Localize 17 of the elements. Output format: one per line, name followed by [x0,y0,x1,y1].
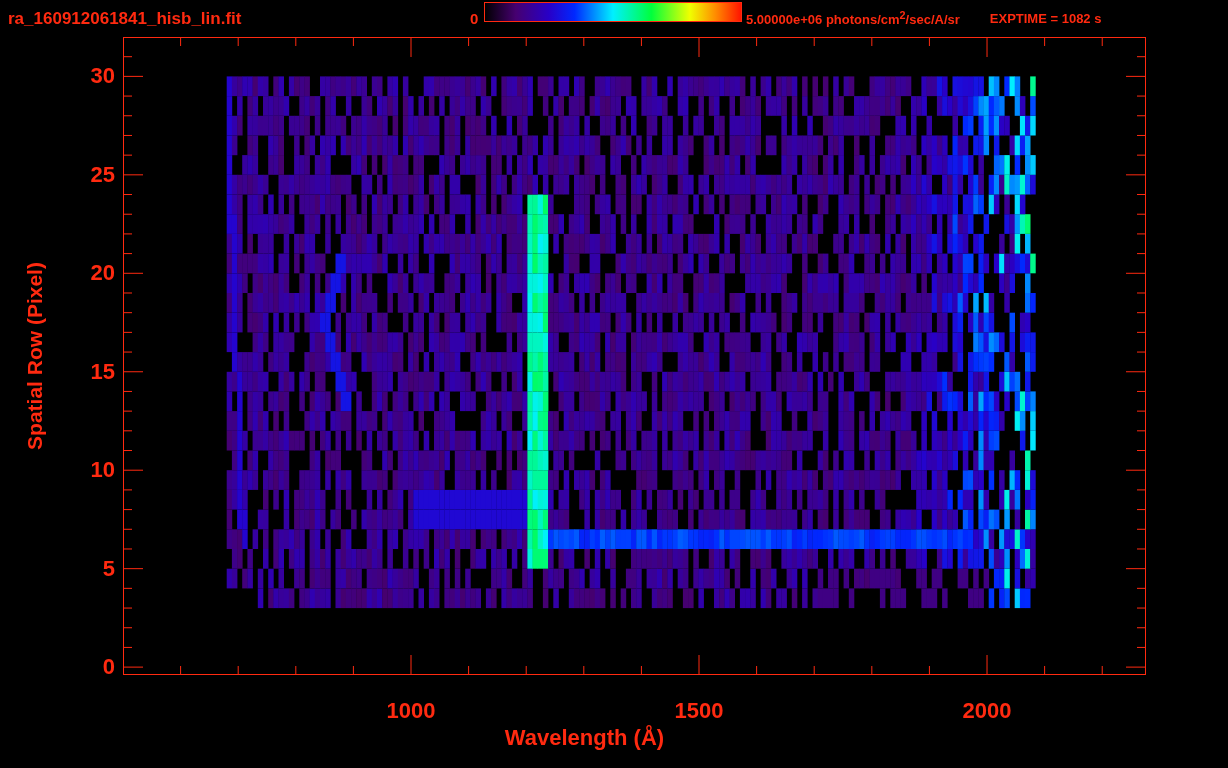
file-name: ra_160912061841_hisb_lin.fit [8,8,243,29]
colorbar-min-label: 0 [470,10,480,27]
x-tick-label: 1500 [674,698,724,724]
x-axis-label: Wavelength (Å) [504,725,665,750]
y-tick-label: 10 [90,457,115,484]
y-tick-label: 20 [90,260,115,287]
y-axis-label: Spatial Row (Pixel) [23,262,47,450]
y-tick-label: 5 [102,555,115,582]
y-tick-label: 25 [90,161,115,188]
x-tick-label: 1000 [386,698,436,724]
colorbar-icon [484,1,742,22]
y-tick-label: 0 [102,654,115,681]
colorbar-max-label: 5.00000e+06 photons/cm$^{2}$/sec/A/sr [746,9,960,28]
exposure-time: EXPTIME = 1082 s [989,11,1102,26]
y-tick-label: 30 [90,63,115,90]
x-tick-label: 2000 [962,698,1012,724]
y-tick-label: 15 [90,358,115,385]
